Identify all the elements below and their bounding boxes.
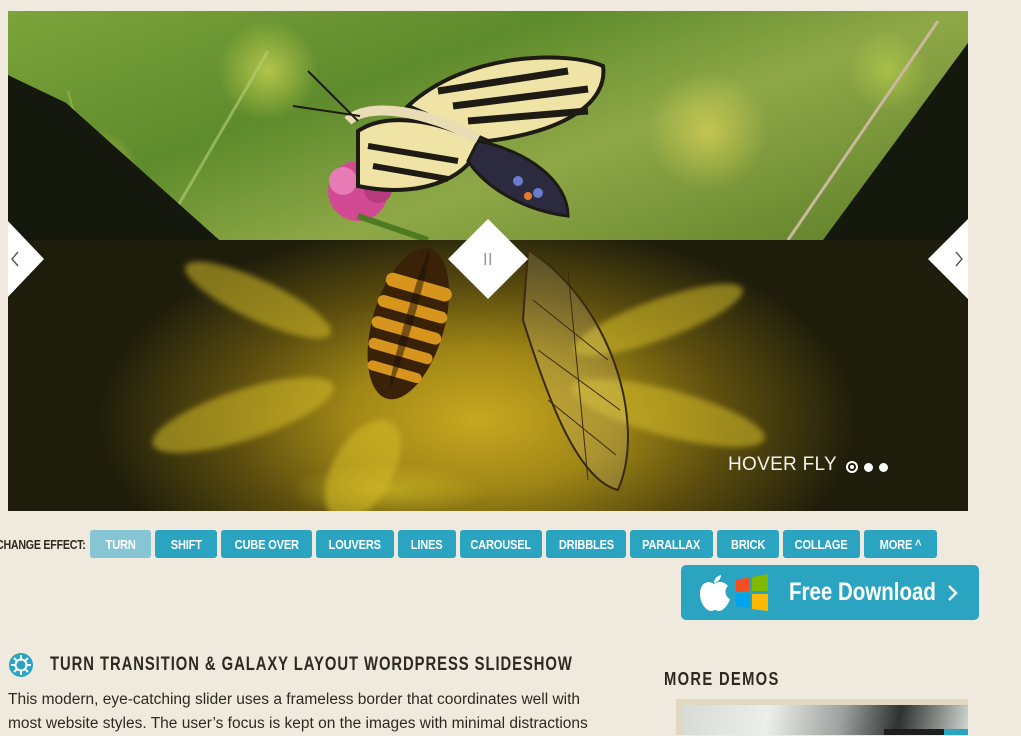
change-effect-label: CHANGE EFFECT:: [0, 537, 86, 552]
effect-buttons: TURN SHIFT CUBE OVER LOUVERS LINES CAROU…: [90, 530, 937, 558]
pagination-dot-active[interactable]: [846, 461, 858, 473]
effect-collage-button[interactable]: COLLAGE: [783, 530, 860, 558]
demo-thumbnail[interactable]: [676, 699, 968, 735]
effect-shift-button[interactable]: SHIFT: [155, 530, 217, 558]
free-download-button[interactable]: Free Download: [681, 565, 979, 620]
next-slide-button[interactable]: [928, 219, 968, 299]
effect-turn-button[interactable]: TURN: [90, 530, 151, 558]
pagination-dot[interactable]: [864, 462, 873, 472]
effect-carousel-button[interactable]: CAROUSEL: [460, 530, 542, 558]
chevron-left-icon: [8, 221, 44, 297]
slide-image-butterfly: [8, 11, 968, 240]
apple-icon: [700, 575, 730, 611]
slide-caption: HOVER FLY: [728, 454, 837, 475]
pagination-dot[interactable]: [879, 462, 888, 472]
effect-more-button[interactable]: MORE ^: [864, 530, 937, 558]
effect-parallax-button[interactable]: PARALLAX: [630, 530, 713, 558]
post-description: This modern, eye-catching slider uses a …: [8, 691, 588, 732]
chevron-right-icon: [928, 219, 968, 299]
effect-lines-button[interactable]: LINES: [398, 530, 456, 558]
more-demos-heading: MORE DEMOS: [664, 669, 780, 689]
effect-brick-button[interactable]: BRICK: [717, 530, 779, 558]
slide-pagination: [846, 459, 906, 475]
effect-cube-over-button[interactable]: CUBE OVER: [221, 530, 312, 558]
post-title: TURN TRANSITION & GALAXY LAYOUT WORDPRES…: [50, 654, 573, 675]
effect-dribbles-button[interactable]: DRIBBLES: [546, 530, 626, 558]
free-download-label: Free Download: [789, 578, 936, 606]
chevron-right-icon: [948, 585, 958, 601]
slideshow[interactable]: HOVER FLY: [8, 11, 968, 511]
pause-icon: [448, 219, 528, 299]
windows-icon: [736, 574, 768, 611]
effect-louvers-button[interactable]: LOUVERS: [316, 530, 394, 558]
pause-button[interactable]: [448, 219, 528, 299]
previous-slide-button[interactable]: [8, 219, 54, 299]
gear-icon: [9, 653, 33, 677]
